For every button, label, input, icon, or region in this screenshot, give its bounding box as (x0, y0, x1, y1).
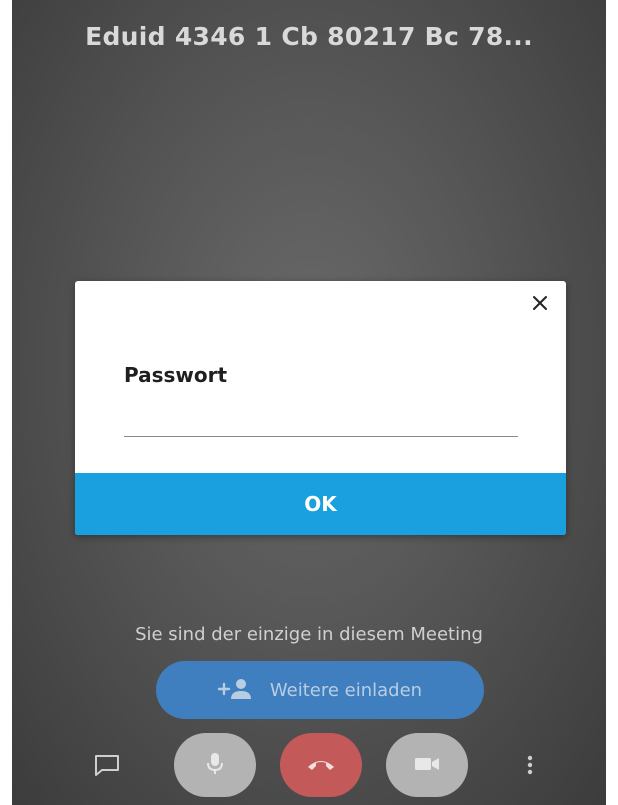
password-input[interactable] (124, 399, 518, 437)
hangup-button[interactable] (280, 733, 362, 797)
close-icon[interactable] (528, 291, 552, 315)
microphone-icon (205, 752, 225, 779)
chat-icon[interactable] (92, 752, 122, 778)
add-person-icon (217, 678, 252, 703)
meeting-title: Eduid 4346 1 Cb 80217 Bc 78... (85, 22, 533, 51)
invite-label: Weitere einladen (269, 679, 423, 701)
more-vertical-icon[interactable] (520, 752, 540, 778)
password-label: Passwort (124, 363, 228, 387)
password-dialog: Passwort OK (75, 281, 566, 535)
video-camera-icon (414, 756, 440, 775)
invite-button[interactable]: Weitere einladen (156, 661, 484, 719)
meeting-screen: Eduid 4346 1 Cb 80217 Bc 78... Passwort … (12, 0, 606, 805)
status-message: Sie sind der einzige in diesem Meeting (135, 624, 483, 645)
hangup-icon (306, 757, 336, 774)
video-button[interactable] (386, 733, 468, 797)
ok-button[interactable]: OK (75, 473, 566, 535)
microphone-button[interactable] (174, 733, 256, 797)
